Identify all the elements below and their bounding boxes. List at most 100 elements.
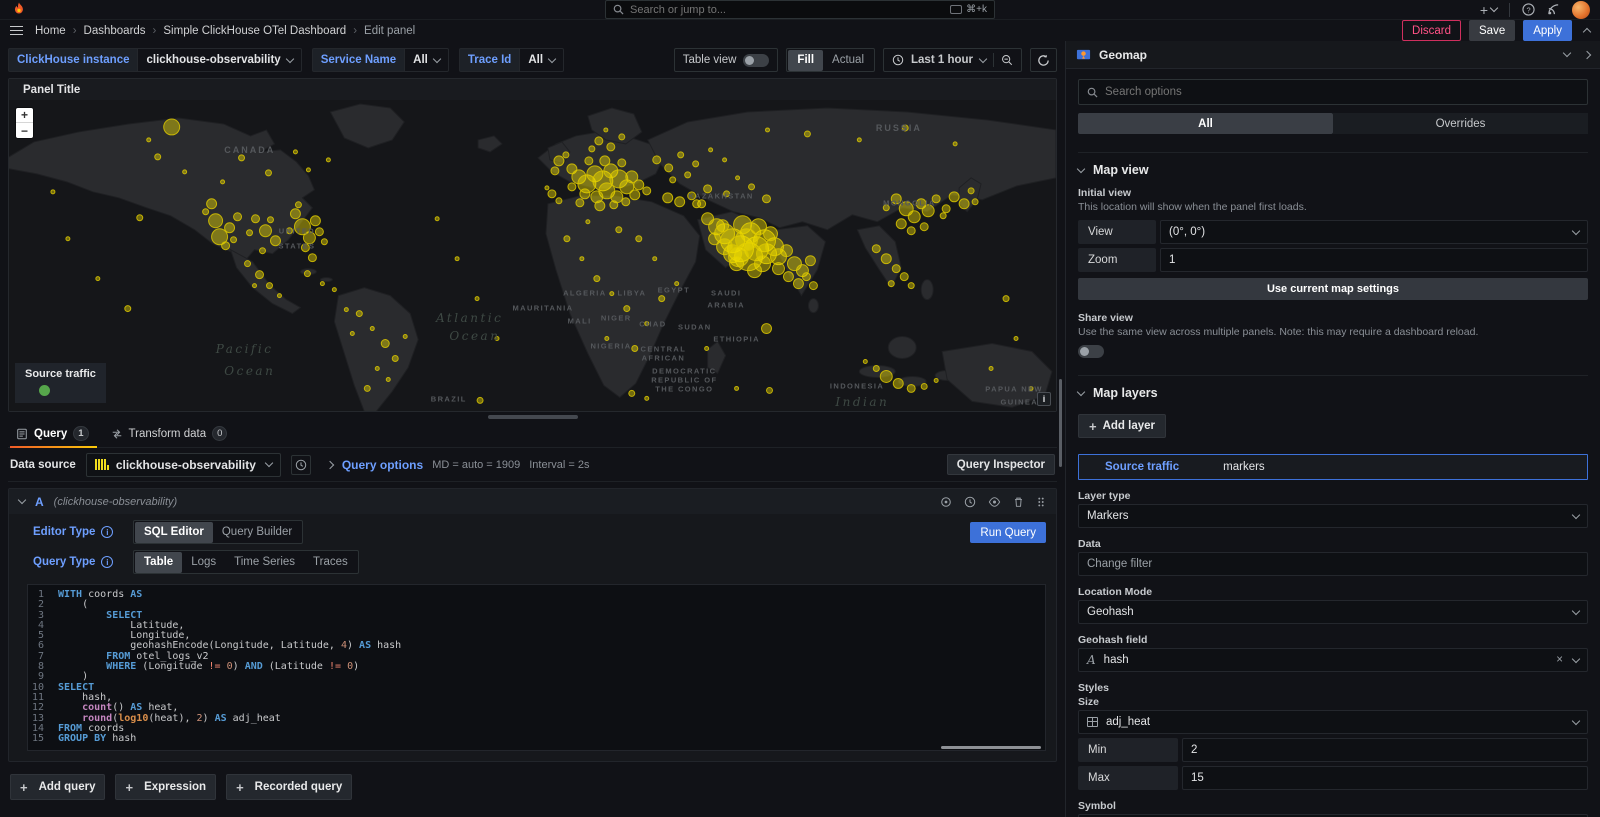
sql-line[interactable]: 14FROM coords <box>28 724 1045 734</box>
breadcrumb-dashboard-name[interactable]: Simple ClickHouse OTel Dashboard <box>163 25 346 37</box>
data-filter-select[interactable]: Change filter <box>1078 552 1588 576</box>
search-input[interactable] <box>630 4 944 16</box>
use-current-map-settings-button[interactable]: Use current map settings <box>1078 278 1588 300</box>
location-mode-select[interactable]: Geohash <box>1078 600 1588 624</box>
sql-code[interactable]: 1WITH coords AS2 (3 SELECT4 Latitude,5 L… <box>28 590 1045 744</box>
breadcrumb-dashboards[interactable]: Dashboards <box>84 25 146 37</box>
run-query-button[interactable]: Run Query <box>970 522 1046 543</box>
menu-toggle-icon[interactable] <box>10 26 23 36</box>
fill-option[interactable]: Fill <box>788 50 823 71</box>
panel-options-pane: Geomap All Overrides <box>1065 41 1600 817</box>
traces-option[interactable]: Traces <box>304 552 357 573</box>
layer-type-select[interactable]: Markers <box>1078 504 1588 528</box>
sql-line[interactable]: 10SELECT <box>28 683 1045 693</box>
query-inspector-button[interactable]: Query Inspector <box>947 454 1055 475</box>
sql-line[interactable]: 8 WHERE (Longitude != 0) AND (Latitude !… <box>28 662 1045 672</box>
editor-type-label: Editor Typei <box>27 522 123 542</box>
options-search-input[interactable] <box>1105 86 1579 98</box>
save-button[interactable]: Save <box>1469 20 1515 41</box>
actual-option[interactable]: Actual <box>823 50 873 71</box>
visualization-picker[interactable]: Geomap <box>1066 41 1600 69</box>
sql-line[interactable]: 13 round(log10(heat), 2) AS adj_heat <box>28 714 1045 724</box>
size-field-select[interactable]: adj_heat <box>1078 710 1588 734</box>
viz-picker-chevron-icon[interactable] <box>1563 49 1571 57</box>
pane-splitter[interactable] <box>8 412 1057 421</box>
clear-icon[interactable]: × <box>1556 654 1563 666</box>
tab-transform-data[interactable]: Transform data 0 <box>103 422 238 447</box>
sql-line[interactable]: 11 hash, <box>28 693 1045 703</box>
fill-actual-segmented: Fill Actual <box>786 48 875 72</box>
breadcrumb-home[interactable]: Home <box>35 25 66 37</box>
geomap-panel[interactable]: Panel Title <box>8 78 1057 412</box>
tab-all[interactable]: All <box>1078 113 1333 134</box>
map-zoom-out-button[interactable]: − <box>16 123 33 138</box>
map-zoom-in-button[interactable]: + <box>16 108 33 123</box>
max-input[interactable]: 15 <box>1182 766 1588 790</box>
datasource-picker[interactable]: clickhouse-observability <box>86 453 281 477</box>
grafana-logo[interactable] <box>10 1 28 19</box>
variable-value-dropdown[interactable]: All <box>520 48 564 72</box>
expression-button[interactable]: +Expression <box>115 774 216 800</box>
map-layers-section-header[interactable]: Map layers <box>1078 386 1588 400</box>
sql-line[interactable]: 9 ) <box>28 672 1045 682</box>
breadcrumb: Home › Dashboards › Simple ClickHouse OT… <box>35 25 415 37</box>
user-avatar[interactable] <box>1572 1 1590 19</box>
attribution-info-button[interactable]: i <box>1037 392 1051 406</box>
new-menu-button[interactable]: + <box>1480 2 1497 18</box>
horizontal-scrollbar[interactable] <box>941 746 1041 749</box>
sql-line[interactable]: 2 ( <box>28 600 1045 610</box>
database-icon <box>16 428 28 440</box>
news-icon[interactable] <box>1547 3 1560 16</box>
variable-service-name: Service Name All <box>312 48 449 72</box>
time-series-option[interactable]: Time Series <box>225 552 304 573</box>
legend-color-dot <box>39 385 50 396</box>
zoom-input[interactable]: 1 <box>1160 248 1588 272</box>
min-input[interactable]: 2 <box>1182 738 1588 762</box>
scrollbar[interactable] <box>1059 379 1062 467</box>
variable-value-dropdown[interactable]: clickhouse-observability <box>138 48 301 72</box>
layer-item[interactable]: Source traffic markers <box>1078 454 1588 480</box>
hide-response-icon[interactable] <box>988 496 1001 508</box>
variable-value-dropdown[interactable]: All <box>405 48 449 72</box>
table-view-toggle[interactable] <box>743 54 769 67</box>
view-select[interactable]: (0°, 0°) <box>1160 220 1588 244</box>
sql-editor[interactable]: 1WITH coords AS2 (3 SELECT4 Latitude,5 L… <box>27 584 1046 751</box>
delete-query-icon[interactable] <box>1013 496 1024 508</box>
query-row-header[interactable]: A (clickhouse-observability) <box>9 489 1056 514</box>
discard-button[interactable]: Discard <box>1402 20 1461 41</box>
layer-name[interactable]: Source traffic <box>1105 461 1179 473</box>
tab-query[interactable]: Query 1 <box>8 422 99 447</box>
zoom-out-icon[interactable] <box>1001 54 1013 66</box>
time-range-picker[interactable]: Last 1 hour <box>883 48 1022 72</box>
refresh-button[interactable] <box>1030 48 1057 72</box>
add-layer-button[interactable]: +Add layer <box>1078 414 1166 438</box>
tab-overrides[interactable]: Overrides <box>1333 113 1588 134</box>
sql-editor-option[interactable]: SQL Editor <box>135 522 213 543</box>
sql-line[interactable]: 1WITH coords AS <box>28 590 1045 600</box>
map-view-section-header[interactable]: Map view <box>1078 163 1588 177</box>
drag-handle-icon[interactable] <box>1036 496 1046 508</box>
query-builder-option[interactable]: Query Builder <box>213 522 301 543</box>
variable-trace-id: Trace Id All <box>459 48 564 72</box>
query-options[interactable]: Query options MD = auto = 1909 Interval … <box>327 458 590 472</box>
share-view-toggle[interactable] <box>1078 345 1104 358</box>
table-view-control[interactable]: Table view <box>674 48 779 72</box>
geohash-field-select[interactable]: A hash × <box>1078 648 1588 672</box>
logs-option[interactable]: Logs <box>182 552 225 573</box>
apply-button[interactable]: Apply <box>1523 20 1572 41</box>
query-history-icon[interactable] <box>964 496 976 508</box>
help-icon[interactable]: ? <box>1522 3 1535 16</box>
table-option[interactable]: Table <box>135 552 182 573</box>
collapse-header-icon[interactable] <box>1583 28 1591 36</box>
search-bar[interactable]: ⌘+k <box>605 0 995 19</box>
add-query-button[interactable]: +Add query <box>10 774 105 800</box>
recorded-query-button[interactable]: +Recorded query <box>226 774 352 800</box>
options-search[interactable] <box>1078 79 1588 105</box>
map-area[interactable]: RUSSIACANADAUNITEDSTATESBRAZILKAZAKHSTAN… <box>9 100 1056 411</box>
duplicate-query-icon[interactable] <box>940 496 952 508</box>
collapse-pane-icon[interactable] <box>1583 50 1591 58</box>
sql-line[interactable]: 15GROUP BY hash <box>28 734 1045 744</box>
query-tabs: Query 1 Transform data 0 <box>8 421 1057 448</box>
datasource-help-icon[interactable] <box>291 455 311 475</box>
splitter-grip[interactable] <box>488 415 578 419</box>
